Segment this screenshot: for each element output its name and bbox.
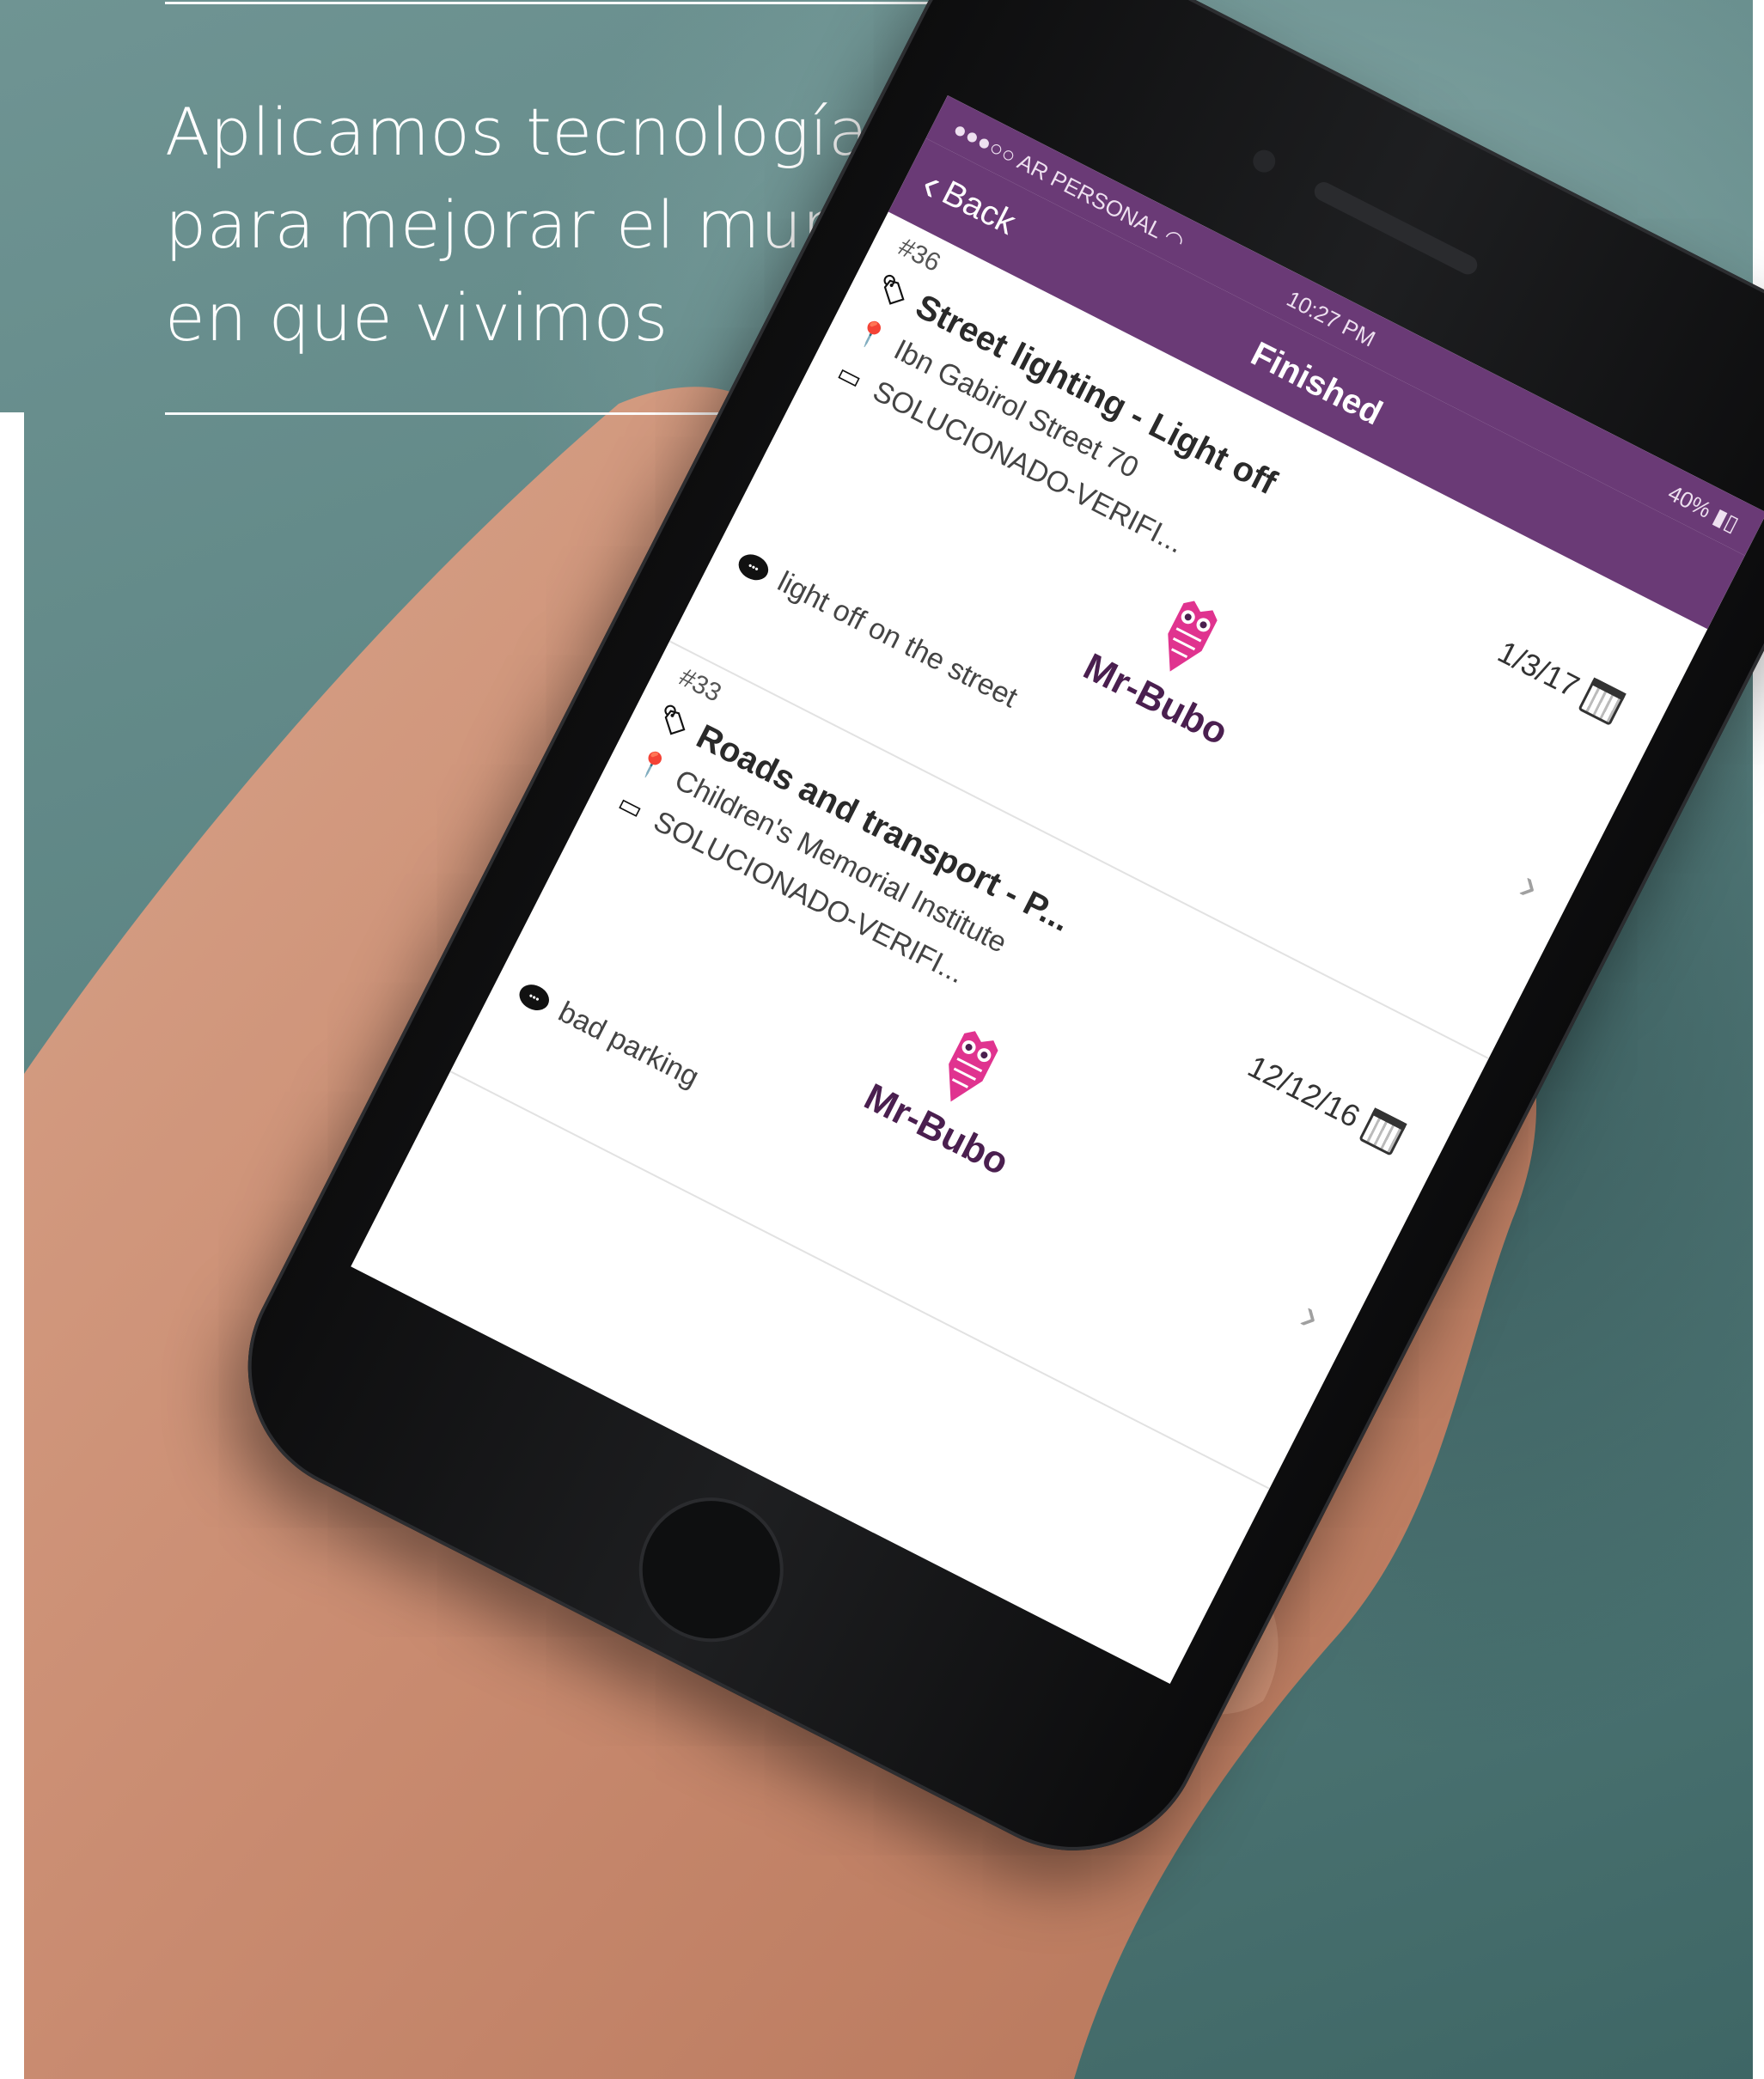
- report-date: 12/12/16: [1242, 1048, 1407, 1156]
- report-number: #36: [894, 232, 945, 277]
- report-date-label: 1/3/17: [1492, 633, 1585, 704]
- calendar-icon: [1578, 677, 1627, 726]
- comment-bubble-icon: •••: [734, 549, 773, 585]
- report-date-label: 12/12/16: [1242, 1048, 1366, 1135]
- report-date: 1/3/17: [1492, 633, 1627, 726]
- top-divider: [165, 2, 1007, 4]
- calendar-icon: [1358, 1107, 1407, 1156]
- tag-icon: 🏷: [871, 271, 914, 312]
- owl-logo-icon: [1168, 601, 1218, 672]
- owl-logo-icon: [949, 1031, 998, 1102]
- tag-icon: 🏷: [652, 701, 695, 742]
- ticket-icon: ▭: [832, 358, 867, 395]
- home-button[interactable]: [613, 1472, 809, 1667]
- comment-bubble-icon: •••: [515, 979, 554, 1015]
- location-pin-icon: 📍: [850, 315, 892, 356]
- report-number: #33: [674, 662, 726, 708]
- location-pin-icon: 📍: [631, 745, 673, 786]
- earpiece-speaker: [1310, 179, 1481, 278]
- headline-line-1: Aplicamos tecnología: [165, 94, 870, 170]
- ticket-icon: ▭: [613, 789, 648, 826]
- front-camera: [1248, 146, 1279, 177]
